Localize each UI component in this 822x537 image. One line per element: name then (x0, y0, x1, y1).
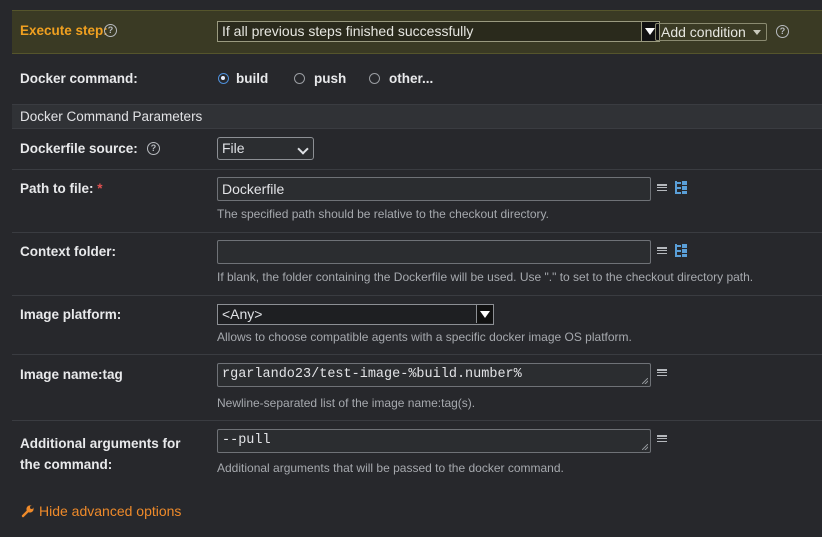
chevron-down-icon (753, 30, 761, 35)
list-icon[interactable] (657, 184, 667, 193)
resize-handle[interactable] (642, 444, 648, 450)
context-folder-hint: If blank, the folder containing the Dock… (217, 270, 754, 284)
image-platform-label: Image platform: (20, 307, 122, 322)
list-icon[interactable] (657, 247, 667, 256)
execute-step-select[interactable]: If all previous steps finished successfu… (217, 21, 660, 42)
context-folder-input[interactable] (217, 240, 651, 264)
radio-push-label[interactable]: push (314, 71, 346, 86)
additional-args-value: --pull (222, 433, 271, 448)
additional-args-hint: Additional arguments that will be passed… (217, 461, 564, 475)
hide-advanced-options-label: Hide advanced options (39, 503, 182, 519)
image-name-tag-label: Image name:tag (20, 367, 123, 382)
tree-browse-icon[interactable] (674, 181, 687, 194)
dockerfile-source-label: Dockerfile source: (20, 141, 138, 156)
dockerfile-source-select[interactable]: File (217, 137, 314, 160)
docker-command-label: Docker command: (20, 71, 138, 86)
path-to-file-label: Path to file: * (20, 181, 103, 196)
context-folder-row: Context folder: If blank, the folder con… (12, 233, 822, 296)
add-condition-label: Add condition (661, 24, 746, 40)
hide-advanced-options-link[interactable]: Hide advanced options (21, 503, 181, 519)
additional-args-label-line1: Additional arguments for (20, 436, 181, 451)
execute-step-value: If all previous steps finished successfu… (222, 23, 474, 39)
path-to-file-input[interactable]: Dockerfile (217, 177, 651, 201)
resize-handle[interactable] (642, 378, 648, 384)
help-icon[interactable]: ? (104, 24, 117, 37)
additional-args-label-line2: the command: (20, 457, 113, 472)
radio-other-label[interactable]: other... (389, 71, 433, 86)
section-header: Docker Command Parameters (12, 105, 822, 129)
image-name-tag-textarea[interactable]: rgarlando23/test-image-%build.number% (217, 363, 651, 387)
image-platform-hint: Allows to choose compatible agents with … (217, 330, 632, 344)
image-platform-select[interactable]: <Any> (217, 304, 494, 325)
chevron-down-icon (297, 143, 309, 155)
tree-browse-icon[interactable] (674, 244, 687, 257)
image-name-tag-row: Image name:tag rgarlando23/test-image-%b… (12, 355, 822, 421)
radio-build-label[interactable]: build (236, 71, 268, 86)
image-name-tag-value: rgarlando23/test-image-%build.number% (222, 367, 522, 382)
required-mark: * (97, 181, 103, 196)
help-icon[interactable]: ? (147, 142, 160, 155)
additional-args-label: Additional arguments for the command: (20, 433, 181, 475)
execute-step-label: Execute step: (20, 23, 108, 38)
dockerfile-source-row: Dockerfile source: ? File (12, 129, 822, 170)
radio-other[interactable] (369, 73, 380, 84)
dockerfile-source-value: File (222, 140, 245, 156)
path-to-file-row: Path to file: * Dockerfile The specified… (12, 170, 822, 233)
execute-step-row: Execute step: ? If all previous steps fi… (12, 10, 822, 54)
section-title: Docker Command Parameters (20, 109, 203, 124)
additional-args-textarea[interactable]: --pull (217, 429, 651, 453)
chevron-down-icon (476, 305, 493, 323)
help-icon[interactable]: ? (776, 25, 789, 38)
radio-push[interactable] (294, 73, 305, 84)
additional-args-row: Additional arguments for the command: --… (12, 421, 822, 488)
image-platform-value: <Any> (222, 306, 263, 322)
path-to-file-hint: The specified path should be relative to… (217, 207, 549, 221)
path-to-file-value: Dockerfile (222, 181, 285, 197)
path-to-file-label-text: Path to file: (20, 181, 94, 196)
context-folder-label: Context folder: (20, 244, 116, 259)
image-platform-row: Image platform: <Any> Allows to choose c… (12, 296, 822, 355)
list-icon[interactable] (657, 369, 667, 378)
add-condition-button[interactable]: Add condition (655, 23, 767, 41)
wrench-icon (21, 504, 35, 518)
radio-build[interactable] (218, 73, 229, 84)
image-name-tag-hint: Newline-separated list of the image name… (217, 396, 476, 410)
list-icon[interactable] (657, 435, 667, 444)
docker-command-row: Docker command: build push other... (12, 53, 822, 105)
